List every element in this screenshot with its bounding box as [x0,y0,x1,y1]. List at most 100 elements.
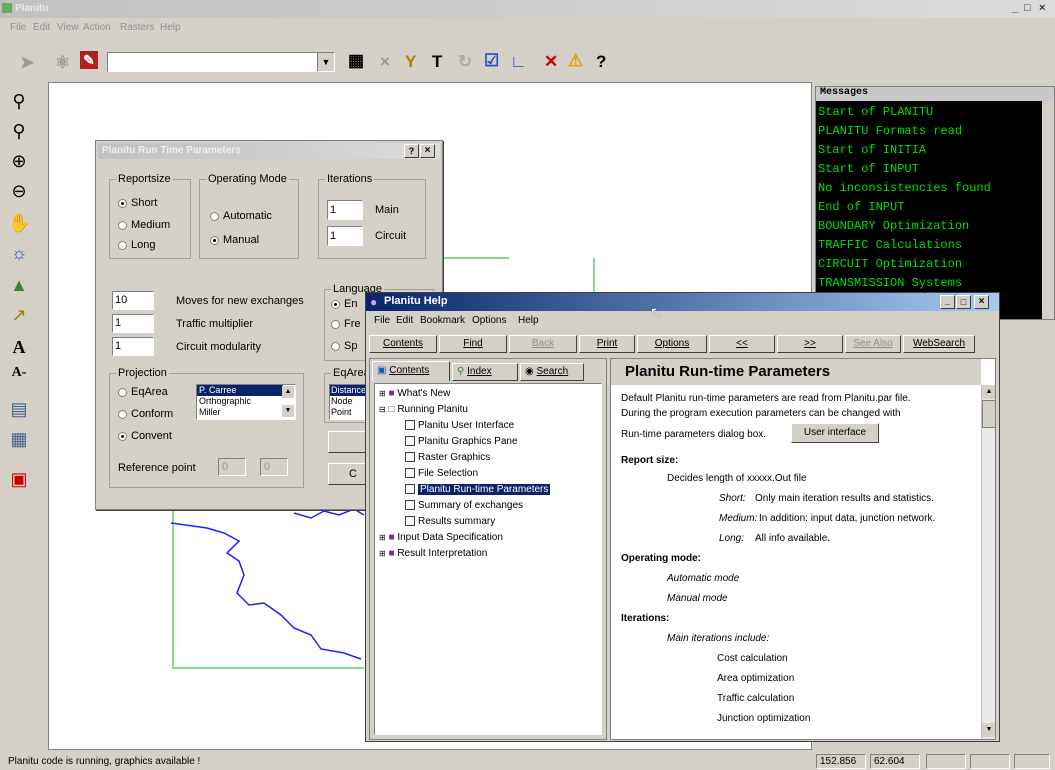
globe-icon[interactable]: ☼ [8,242,30,264]
list-item[interactable]: Miller [197,407,295,418]
nodes-icon[interactable]: ⚛ [55,53,70,73]
help-websearch-button[interactable]: WebSearch [903,335,975,353]
tree-item[interactable]: Raster Graphics [405,452,490,463]
radio-automatic[interactable]: Automatic [210,210,272,222]
pointer-icon[interactable]: ➤ [20,53,34,73]
tree-item[interactable]: ⊞ ■ Input Data Specification [379,532,503,543]
warning-icon[interactable]: ⚠ [568,51,583,71]
grid-icon[interactable]: ▦ [8,428,30,450]
tree-item[interactable]: ⊟ □ Running Planitu [379,404,468,415]
help-button-icon[interactable]: ? [404,144,419,158]
help-prev-button[interactable]: << [709,335,775,353]
minimize-icon[interactable]: _ [1012,2,1018,14]
help-contents-button[interactable]: Contents [369,335,437,353]
radio-long[interactable]: Long [118,239,155,251]
tab-search[interactable]: ◉ Search [520,363,584,381]
menu-help[interactable]: Help [160,22,181,33]
zoom-out-icon[interactable]: ⊖ [8,180,30,202]
contents-tree[interactable]: ⊞ ■ What's New ⊟ □ Running Planitu Plani… [374,383,602,735]
tree-item[interactable]: Planitu Graphics Pane [405,436,518,447]
reference-y-input[interactable]: 0 [260,458,288,476]
link-icon[interactable]: ↗ [8,304,30,326]
eqarea-list[interactable]: Distance Node Point [329,384,369,420]
chart-icon[interactable]: ∟ [510,52,527,72]
tab-contents[interactable]: ▣ Contents [372,361,450,381]
circuit-modularity-input[interactable]: 1 [112,337,154,356]
tab-index[interactable]: ⚲ Index [452,363,518,381]
font-large-icon[interactable]: A [8,336,30,358]
list-item[interactable]: Node [330,396,368,407]
tree-item[interactable]: ⊞ ■ What's New [379,388,450,399]
main-iterations-input[interactable]: 1 [327,200,363,220]
maximize-icon[interactable]: □ [956,295,971,309]
traffic-multiplier-input[interactable]: 1 [112,314,154,333]
checklist-icon[interactable]: ☑ [484,51,499,71]
tree-item[interactable]: ⊞ ■ Result Interpretation [379,548,487,559]
list-item[interactable]: P. Carree [197,385,283,396]
help-menu-help[interactable]: Help [518,315,539,326]
menu-edit[interactable]: Edit [33,22,50,33]
help-find-button[interactable]: Find [439,335,507,353]
help-options-button[interactable]: Options [637,335,707,353]
help-next-button[interactable]: >> [777,335,843,353]
radio-manual[interactable]: Manual [210,234,259,246]
minimize-icon[interactable]: _ [940,295,955,309]
radio-conform[interactable]: Conform [118,408,173,420]
tree-item[interactable]: Summary of exchanges [405,500,523,511]
layer-combo[interactable]: ▼ [107,52,335,72]
radio-eqarea[interactable]: EqArea [118,386,168,398]
draw-icon[interactable]: ▲ [8,274,30,296]
help-menu-file[interactable]: File [374,315,390,326]
scroll-thumb[interactable] [982,400,995,428]
pan-hand-icon[interactable]: ✋ [8,212,30,234]
reference-x-input[interactable]: 0 [218,458,246,476]
radio-short[interactable]: Short [118,197,157,209]
menu-rasters[interactable]: Rasters [120,22,154,33]
zoom-in-icon[interactable]: ⊕ [8,150,30,172]
tree-item[interactable]: Planitu User Interface [405,420,514,431]
tool-icon[interactable]: ✕ [544,52,558,72]
close-icon[interactable]: × [1039,2,1045,14]
projection-list[interactable]: P. Carree Orthographic Miller ▲ ▼ [196,384,296,420]
save-icon[interactable]: ▣ [8,468,30,490]
close-icon[interactable]: × [974,295,989,309]
rotate-icon[interactable]: ↻ [458,52,472,72]
zoom-back-icon[interactable]: ⚲ [8,120,30,142]
radio-convent[interactable]: Convent [118,430,172,442]
scroll-up-icon[interactable]: ▲ [982,385,995,399]
tree-item-selected[interactable]: Planitu Run-time Parameters [405,484,551,495]
moves-input[interactable]: 10 [112,291,154,310]
help-pointer-icon[interactable]: ? [596,52,606,72]
text-icon[interactable]: T [432,52,442,72]
layers-icon[interactable]: ▤ [8,398,30,420]
help-seealso-button[interactable]: See Also [845,335,901,353]
restore-icon[interactable]: □ [1024,2,1031,14]
help-print-button[interactable]: Print [579,335,635,353]
tree-item[interactable]: File Selection [405,468,478,479]
scroll-down-icon[interactable]: ▼ [282,405,294,417]
radio-spanish[interactable]: Sp [331,340,357,352]
help-menu-edit[interactable]: Edit [396,315,413,326]
list-item[interactable]: Point [330,407,368,418]
scroll-down-icon[interactable]: ▼ [982,723,995,737]
circuit-iterations-input[interactable]: 1 [327,226,363,246]
content-scrollbar[interactable]: ▲ ▼ [981,385,995,739]
list-item[interactable]: Orthographic [197,396,295,407]
cut-icon[interactable]: × [380,52,390,72]
user-interface-button[interactable]: User interface [791,423,879,443]
close-icon[interactable]: × [420,144,435,158]
help-back-button[interactable]: Back [509,335,577,353]
table-icon[interactable]: ▦ [348,51,364,71]
radio-french[interactable]: Fre [331,318,361,330]
radio-english[interactable]: En [331,298,357,310]
font-small-icon[interactable]: A- [8,362,30,384]
chevron-down-icon[interactable]: ▼ [317,53,334,71]
zoom-icon[interactable]: ⚲ [8,90,30,112]
filter-icon[interactable]: Y [405,52,416,72]
menu-action[interactable]: Action [83,22,111,33]
scroll-up-icon[interactable]: ▲ [282,386,294,398]
help-menu-bookmark[interactable]: Bookmark [420,315,465,326]
messages-scrollbar[interactable] [1042,101,1054,319]
tree-item[interactable]: Results summary [405,516,495,527]
radio-medium[interactable]: Medium [118,219,170,231]
